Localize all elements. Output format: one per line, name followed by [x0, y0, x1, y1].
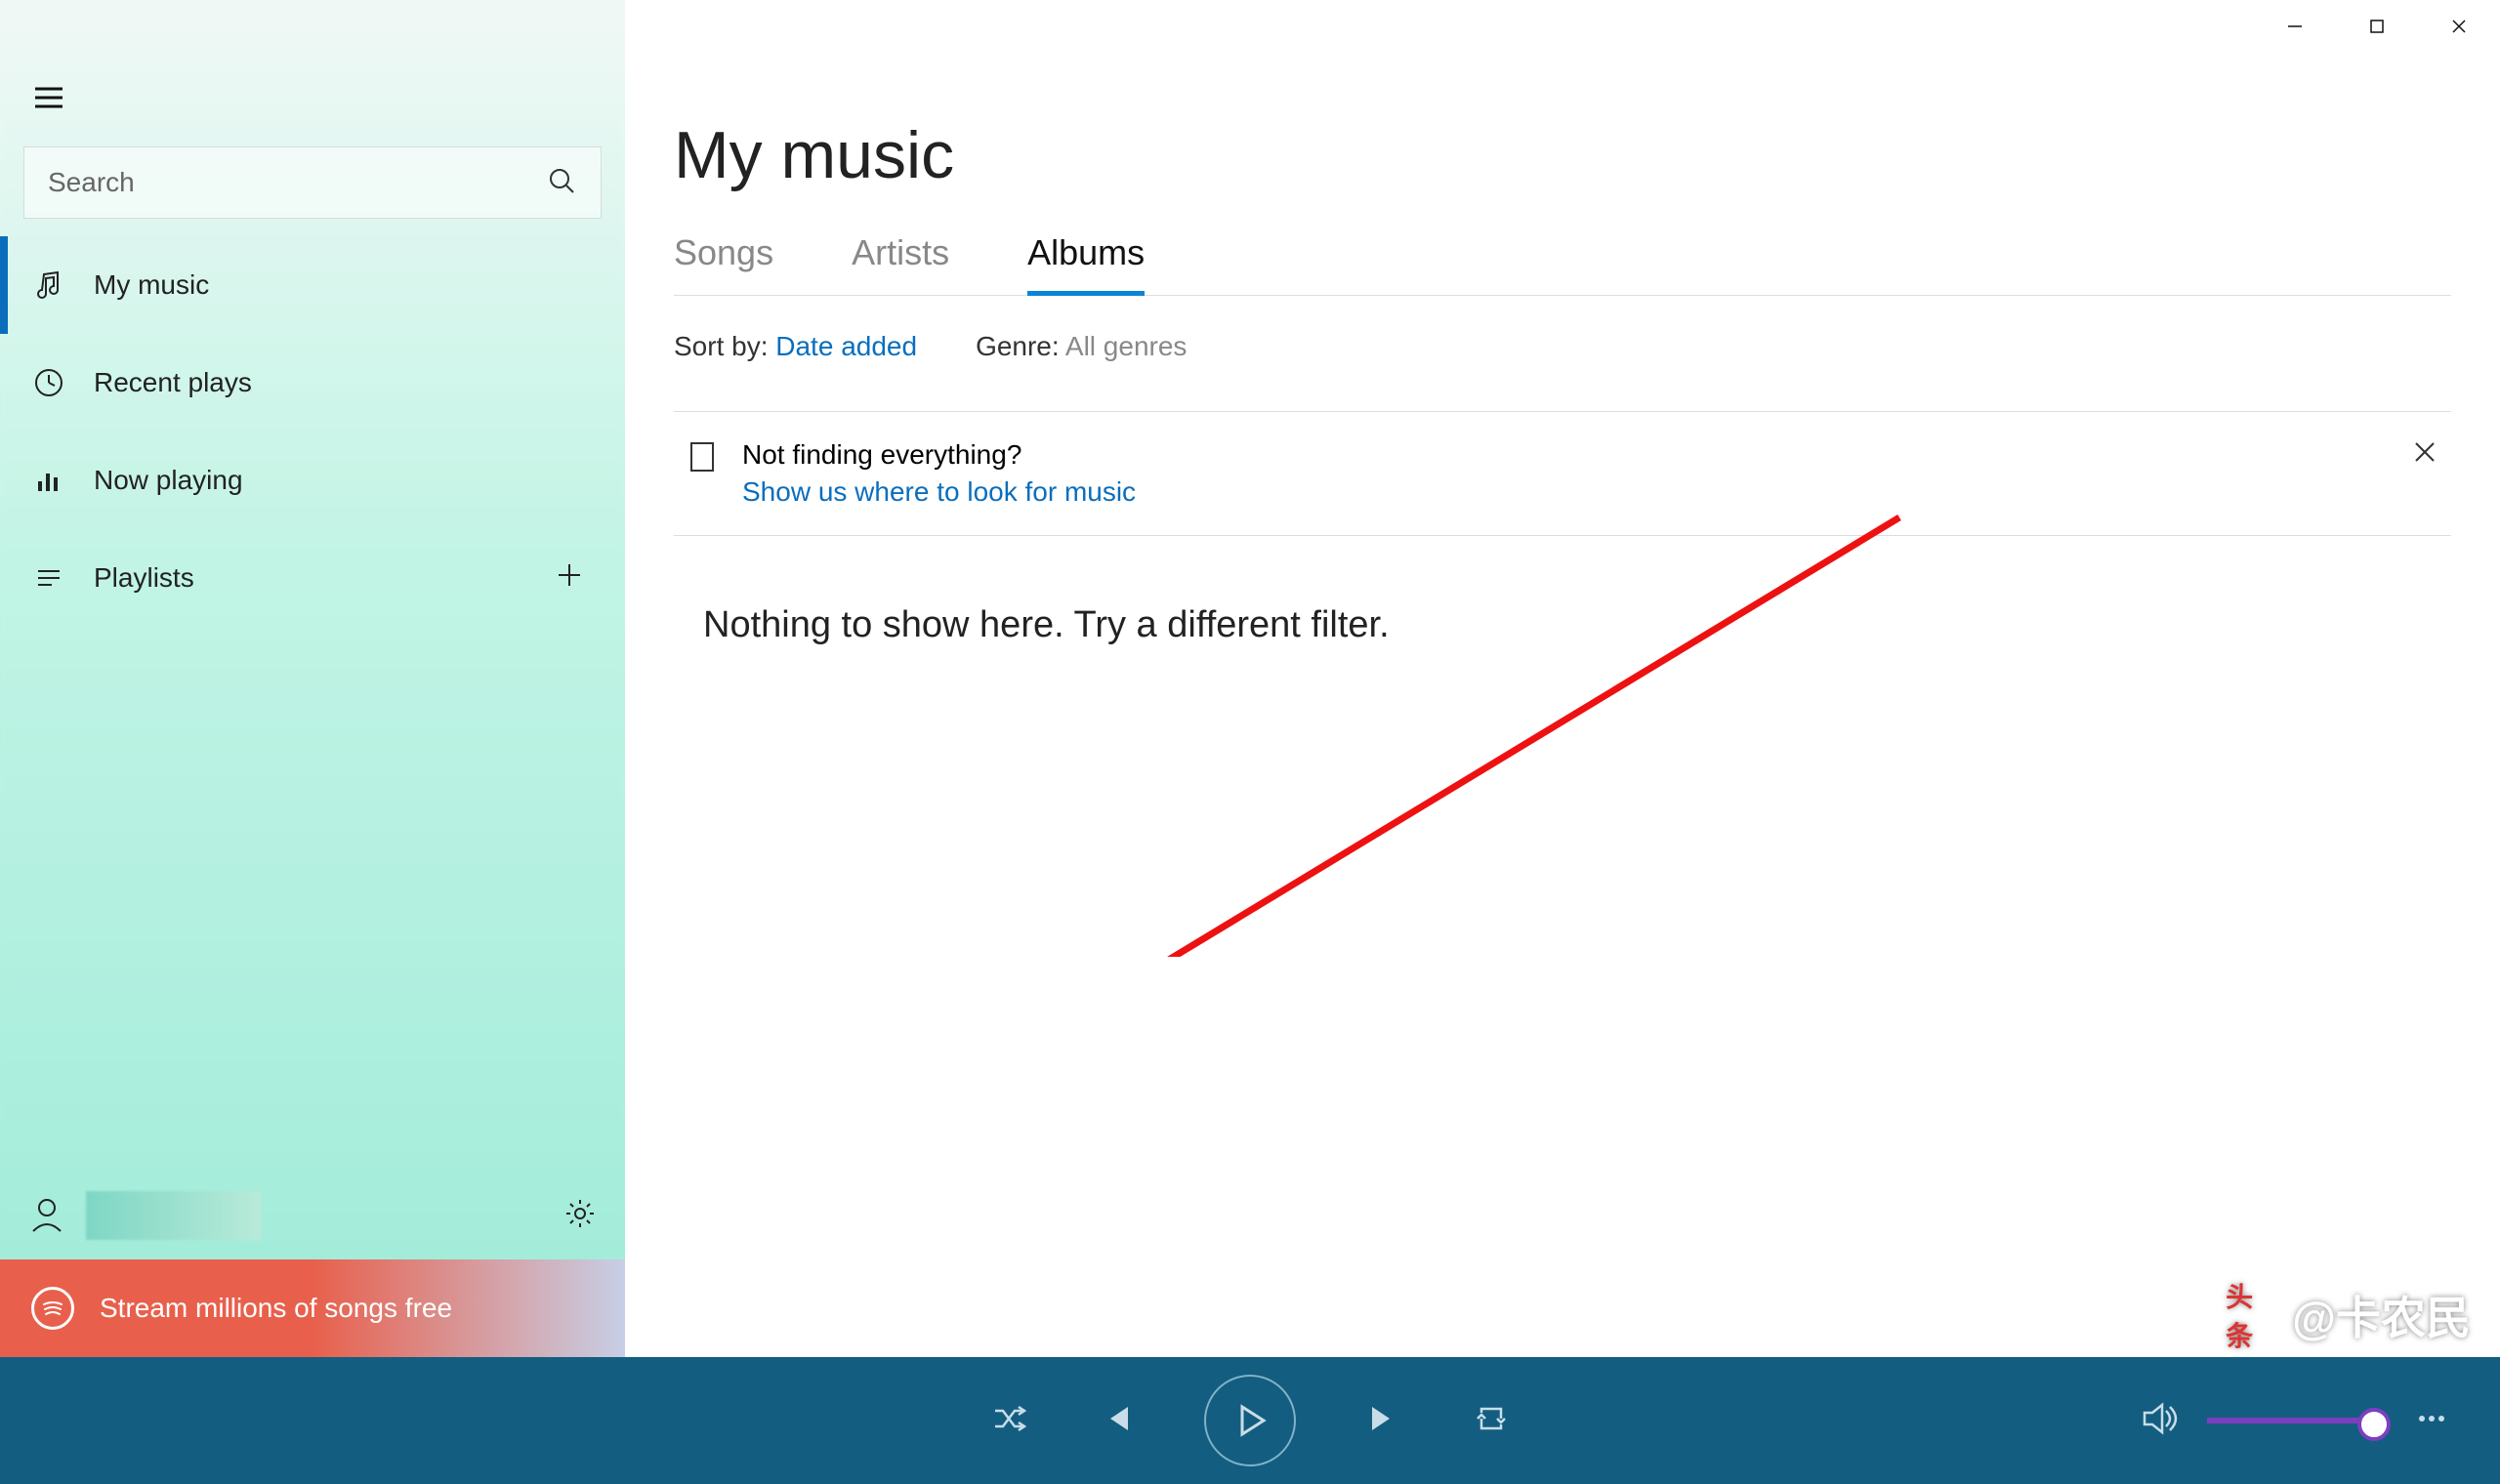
search-box[interactable] — [23, 146, 602, 219]
more-button[interactable] — [2412, 1399, 2451, 1443]
dismiss-button[interactable] — [2412, 439, 2438, 472]
volume-icon[interactable] — [2139, 1399, 2178, 1443]
window-controls — [2254, 0, 2500, 53]
hamburger-button[interactable] — [10, 59, 88, 137]
sidebar-item-recent-plays[interactable]: Recent plays — [0, 334, 625, 432]
equalizer-icon — [31, 464, 66, 497]
tab-songs[interactable]: Songs — [674, 232, 773, 295]
filters-row: Sort by: Date added Genre: All genres — [674, 331, 2451, 362]
shuffle-button[interactable] — [989, 1399, 1028, 1443]
search-icon[interactable] — [546, 165, 577, 201]
tab-artists[interactable]: Artists — [852, 232, 949, 295]
player-right — [2139, 1399, 2451, 1443]
sort-filter[interactable]: Sort by: Date added — [674, 331, 917, 362]
playlist-icon — [31, 561, 66, 595]
next-button[interactable] — [1364, 1399, 1403, 1443]
play-button[interactable] — [1204, 1375, 1296, 1466]
music-note-icon — [31, 268, 66, 302]
empty-message: Nothing to show here. Try a different fi… — [703, 604, 2451, 646]
page-title: My music — [674, 117, 2451, 193]
sort-value: Date added — [775, 331, 917, 361]
minimize-button[interactable] — [2254, 0, 2336, 53]
spotify-icon — [31, 1287, 74, 1330]
person-icon[interactable] — [27, 1194, 66, 1238]
main-content: My music Songs Artists Albums Sort by: D… — [625, 59, 2500, 1357]
sidebar-item-now-playing[interactable]: Now playing — [0, 432, 625, 529]
tab-albums[interactable]: Albums — [1027, 232, 1145, 296]
sidebar: My music Recent plays Now playing Playli… — [0, 0, 625, 1357]
genre-filter[interactable]: Genre: All genres — [976, 331, 1187, 362]
toutiao-logo-icon: 头条 — [2226, 1289, 2278, 1341]
sidebar-item-playlists[interactable]: Playlists — [0, 529, 625, 627]
info-line1: Not finding everything? — [742, 439, 1136, 471]
sort-label: Sort by: — [674, 331, 768, 361]
sidebar-item-label: Recent plays — [94, 367, 252, 398]
search-input[interactable] — [48, 167, 546, 198]
settings-button[interactable] — [562, 1196, 598, 1236]
sidebar-item-label: Now playing — [94, 465, 243, 496]
genre-value: All genres — [1065, 331, 1188, 361]
info-banner: Not finding everything? Show us where to… — [674, 411, 2451, 536]
folder-icon — [688, 439, 717, 479]
clock-icon — [31, 366, 66, 399]
maximize-button[interactable] — [2336, 0, 2418, 53]
tabs: Songs Artists Albums — [674, 232, 2451, 296]
genre-label: Genre: — [976, 331, 1060, 361]
volume-slider[interactable] — [2207, 1418, 2383, 1423]
account-row — [0, 1172, 625, 1259]
spotify-banner-label: Stream millions of songs free — [100, 1293, 452, 1324]
repeat-button[interactable] — [1472, 1399, 1511, 1443]
watermark-handle: @卡农民 — [2292, 1283, 2471, 1347]
spotify-banner[interactable]: Stream millions of songs free — [0, 1259, 625, 1357]
sidebar-item-my-music[interactable]: My music — [0, 236, 625, 334]
sidebar-item-label: Playlists — [94, 562, 194, 594]
previous-button[interactable] — [1097, 1399, 1136, 1443]
sidebar-item-label: My music — [94, 269, 209, 301]
player-bar — [0, 1357, 2500, 1484]
close-button[interactable] — [2418, 0, 2500, 53]
add-playlist-button[interactable] — [553, 558, 586, 598]
info-link[interactable]: Show us where to look for music — [742, 476, 1136, 508]
player-controls — [989, 1375, 1511, 1466]
account-name[interactable] — [86, 1191, 262, 1240]
watermark: 头条 @卡农民 — [2226, 1283, 2471, 1347]
